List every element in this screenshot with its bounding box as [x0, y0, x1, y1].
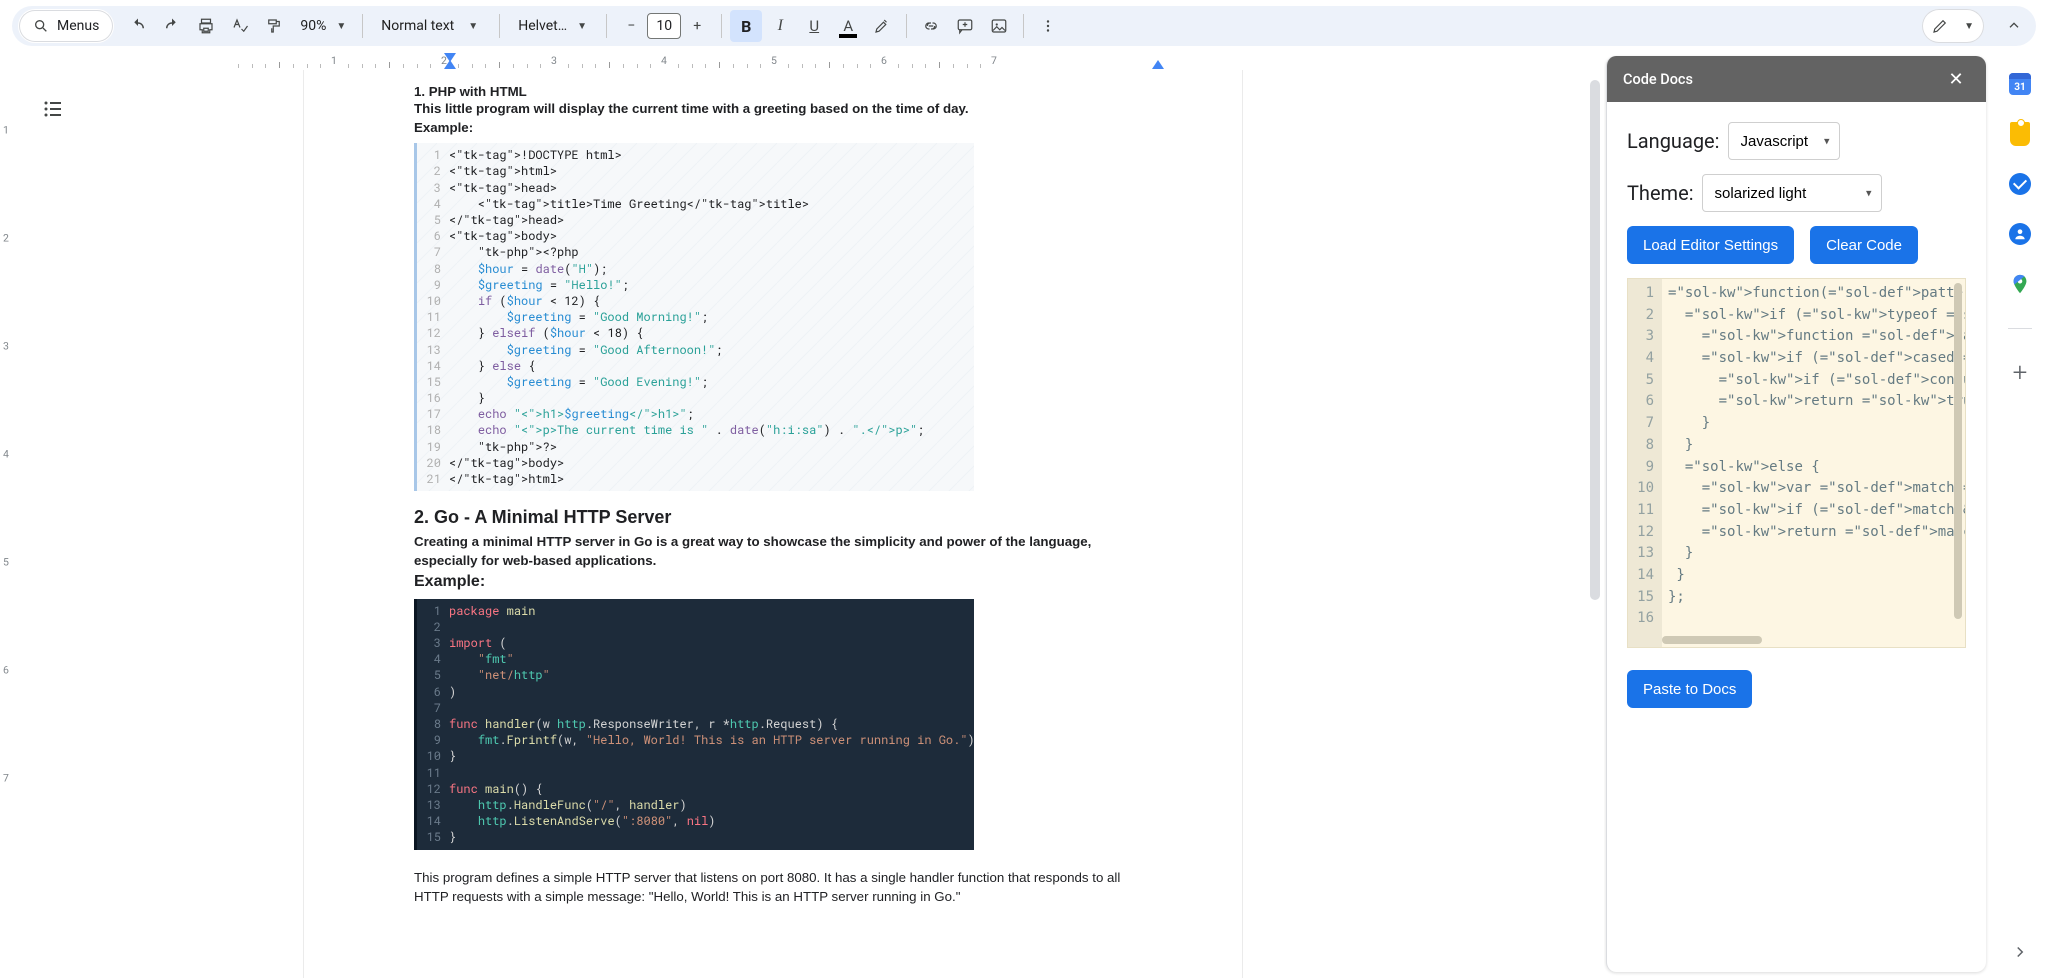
hide-side-panel-button[interactable] — [2008, 940, 2032, 964]
tasks-app-icon[interactable] — [2008, 172, 2032, 196]
vertical-scrollbar[interactable] — [1588, 70, 1602, 978]
keep-app-icon[interactable] — [2008, 122, 2032, 146]
decrease-font-button[interactable]: − — [615, 10, 647, 42]
right-indent-marker[interactable] — [1152, 60, 1164, 69]
insert-link-button[interactable] — [915, 10, 947, 42]
underline-button[interactable]: U — [798, 10, 830, 42]
language-select[interactable]: Javascript — [1728, 122, 1840, 160]
code-docs-panel: Code Docs ✕ Language: Javascript Theme: … — [1606, 56, 1986, 972]
load-settings-button[interactable]: Load Editor Settings — [1627, 226, 1794, 264]
more-tools-button[interactable] — [1032, 10, 1064, 42]
paste-to-docs-button[interactable]: Paste to Docs — [1627, 670, 1752, 708]
paint-format-button[interactable] — [258, 10, 290, 42]
heading-go: 2. Go - A Minimal HTTP Server — [414, 507, 1132, 528]
caret-down-icon: ▼ — [336, 21, 346, 32]
document-area: 1234567 1234567 1. PHP with HTML This li… — [0, 52, 1604, 978]
paragraph: Creating a minimal HTTP server in Go is … — [414, 532, 1132, 571]
caret-down-icon: ▼ — [577, 21, 587, 32]
panel-title: Code Docs — [1623, 71, 1693, 88]
print-button[interactable] — [190, 10, 222, 42]
clear-code-button[interactable]: Clear Code — [1810, 226, 1918, 264]
caret-down-icon: ▼ — [468, 21, 478, 32]
show-outline-button[interactable] — [36, 92, 70, 126]
redo-button[interactable] — [156, 10, 188, 42]
paragraph: This little program will display the cur… — [414, 99, 1132, 118]
heading-php: 1. PHP with HTML — [414, 84, 1132, 99]
left-indent-marker[interactable] — [444, 60, 456, 69]
side-rail: 31 + — [1992, 52, 2048, 978]
code-block-php: 1 2 3 4 5 6 7 8 9 10 11 12 13 14 15 16 1… — [414, 143, 974, 491]
example-label: Example: — [414, 573, 1132, 591]
toolbar: Menus 90%▼ Normal text▼ Helvet…▼ − 10 + … — [0, 0, 2048, 52]
scrollbar-thumb[interactable] — [1662, 636, 1762, 644]
font-size-input[interactable]: 10 — [647, 13, 681, 39]
search-icon — [33, 18, 49, 34]
caret-down-icon: ▼ — [1956, 21, 1982, 32]
close-panel-button[interactable]: ✕ — [1942, 65, 1970, 93]
horizontal-ruler[interactable]: 1234567 — [52, 52, 1596, 70]
theme-label: Theme: — [1627, 181, 1694, 205]
text-color-button[interactable]: A — [832, 10, 864, 42]
increase-font-button[interactable]: + — [681, 10, 713, 42]
font-family-dropdown[interactable]: Helvet…▼ — [508, 18, 598, 34]
vertical-ruler[interactable]: 1234567 — [0, 70, 18, 978]
add-comment-button[interactable] — [949, 10, 981, 42]
zoom-dropdown[interactable]: 90%▼ — [292, 18, 354, 34]
example-label: Example: — [414, 120, 1132, 135]
bold-button[interactable]: B — [730, 10, 762, 42]
paragraph: This program defines a simple HTTP serve… — [414, 868, 1132, 908]
calendar-app-icon[interactable]: 31 — [2008, 72, 2032, 96]
editing-mode-dropdown[interactable]: ▼ — [1922, 9, 1984, 43]
get-addons-button[interactable]: + — [2008, 361, 2032, 385]
scrollbar-thumb[interactable] — [1954, 283, 1962, 619]
italic-button[interactable]: I — [764, 10, 796, 42]
collapse-toolbar-button[interactable] — [1996, 8, 2032, 44]
maps-app-icon[interactable] — [2008, 272, 2032, 296]
theme-select[interactable]: solarized light — [1702, 174, 1882, 212]
code-block-go: 1 2 3 4 5 6 7 8 9 10 11 12 13 14 15 pack… — [414, 599, 974, 850]
menus-label: Menus — [57, 18, 99, 34]
spellcheck-button[interactable] — [224, 10, 256, 42]
code-editor[interactable]: 1 2 3 4 5 6 7 8 9 10 11 12 13 14 15 16 =… — [1627, 278, 1966, 648]
document-page[interactable]: 1. PHP with HTML This little program wil… — [304, 70, 1242, 978]
editor-v-scrollbar[interactable] — [1953, 283, 1963, 633]
editor-h-scrollbar[interactable] — [1662, 635, 1959, 645]
scrollbar-thumb[interactable] — [1590, 80, 1600, 600]
contacts-app-icon[interactable] — [2008, 222, 2032, 246]
undo-button[interactable] — [122, 10, 154, 42]
paragraph-style-dropdown[interactable]: Normal text▼ — [371, 18, 491, 34]
highlight-color-button[interactable] — [866, 10, 898, 42]
menus-button[interactable]: Menus — [18, 9, 114, 43]
insert-image-button[interactable] — [983, 10, 1015, 42]
language-label: Language: — [1627, 129, 1720, 153]
